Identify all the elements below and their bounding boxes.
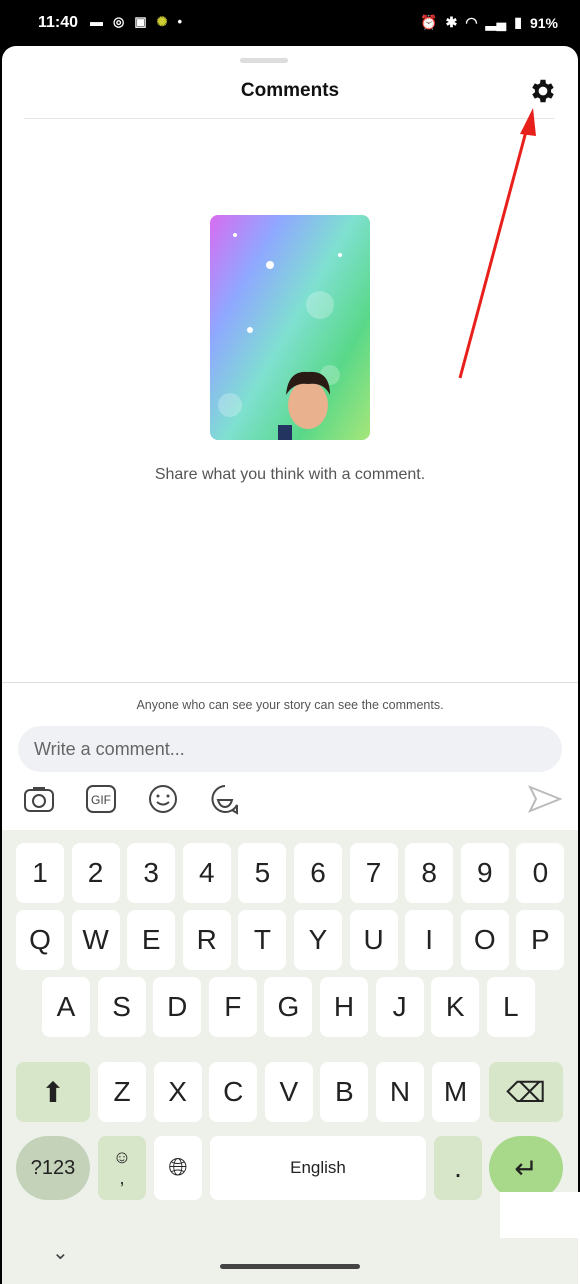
key-n[interactable]: N (376, 1062, 424, 1122)
key-l[interactable]: L (486, 977, 535, 1037)
emoji-key-icon: ☺ (112, 1147, 132, 1167)
instagram-icon: ◎ (113, 14, 125, 29)
key-symbols[interactable]: ?123 (16, 1136, 90, 1200)
keyboard: ⬆ ⌫ ?123 ☺, 🌐︎ English . ↵ 1234567890 QWE… (2, 830, 578, 1238)
composer-divider (2, 682, 578, 683)
key-3[interactable]: 3 (127, 843, 176, 903)
key-a[interactable]: A (42, 977, 90, 1037)
red-annotation-arrow (458, 108, 536, 379)
dot-icon: • (177, 14, 183, 29)
alarm-icon: ⏰ (420, 14, 438, 30)
key-globe[interactable]: 🌐︎ (154, 1136, 202, 1200)
key-m[interactable]: M (431, 1062, 480, 1122)
home-gesture-bar[interactable] (220, 1264, 360, 1269)
chevron-down-icon[interactable]: ⌄ (52, 1240, 69, 1265)
battery-level: 91% (529, 14, 558, 31)
key-c[interactable]: C (209, 1062, 258, 1122)
key-7[interactable]: 7 (349, 843, 398, 903)
navigation-bar: ⌄ (2, 1238, 578, 1284)
key-v[interactable]: V (264, 1062, 313, 1122)
visibility-notice: Anyone who can see your story can see th… (136, 698, 444, 712)
key-1[interactable]: 1 (16, 843, 64, 903)
key-0[interactable]: 0 (516, 843, 565, 903)
key-9[interactable]: 9 (460, 843, 509, 903)
key-s[interactable]: S (97, 977, 146, 1037)
key-backspace[interactable]: ⌫ (489, 1062, 563, 1122)
key-x[interactable]: X (153, 1062, 202, 1122)
key-4[interactable]: 4 (182, 843, 231, 903)
camera-icon[interactable] (22, 782, 56, 816)
bluetooth-icon: ✱ (445, 14, 458, 30)
send-icon[interactable] (528, 784, 562, 814)
emoji-icon[interactable] (146, 782, 180, 816)
signal-icon: ▂▄ (485, 14, 507, 30)
key-w[interactable]: W (71, 910, 120, 970)
svg-text:GIF: GIF (91, 793, 111, 807)
key-k[interactable]: K (431, 977, 480, 1037)
calendar-icon: ▣ (134, 14, 147, 29)
comment-input[interactable] (18, 726, 562, 772)
key-period[interactable]: . (434, 1136, 482, 1200)
key-r[interactable]: R (182, 910, 231, 970)
key-u[interactable]: U (349, 910, 398, 970)
key-h[interactable]: H (320, 977, 368, 1037)
key-d[interactable]: D (153, 977, 202, 1037)
sticker-icon[interactable] (208, 782, 242, 816)
key-e[interactable]: E (127, 910, 176, 970)
key-8[interactable]: 8 (405, 843, 454, 903)
key-i[interactable]: I (405, 910, 454, 970)
key-z[interactable]: Z (98, 1062, 146, 1122)
key-b[interactable]: B (320, 1062, 369, 1122)
key-g[interactable]: G (264, 977, 313, 1037)
key-j[interactable]: J (375, 977, 424, 1037)
key-2[interactable]: 2 (71, 843, 120, 903)
key-5[interactable]: 5 (238, 843, 287, 903)
key-q[interactable]: Q (16, 910, 64, 970)
news-icon: ▬ (90, 14, 103, 29)
key-enter[interactable]: ↵ (489, 1136, 563, 1200)
key-emoji-comma[interactable]: ☺, (98, 1136, 146, 1200)
gif-icon[interactable]: GIF (84, 782, 118, 816)
status-bar: 11:40 ▬ ◎ ▣ ✺ • ⏰ ✱ ◠ ▂▄ ▮ 91% (0, 0, 580, 46)
clock: 11:40 (38, 14, 79, 31)
wifi-icon: ◠ (465, 14, 478, 30)
key-shift[interactable]: ⬆ (16, 1062, 90, 1122)
key-6[interactable]: 6 (294, 843, 342, 903)
key-space[interactable]: English (210, 1136, 426, 1200)
key-p[interactable]: P (516, 910, 565, 970)
key-f[interactable]: F (208, 977, 257, 1037)
globe-icon: 🌐︎ (168, 1154, 188, 1181)
key-t[interactable]: T (238, 910, 287, 970)
battery-icon: ▮ (514, 14, 522, 30)
key-o[interactable]: O (460, 910, 509, 970)
empty-state-message: Share what you think with a comment. (154, 466, 426, 483)
key-y[interactable]: Y (294, 910, 342, 970)
app-icon: ✺ (156, 14, 168, 29)
